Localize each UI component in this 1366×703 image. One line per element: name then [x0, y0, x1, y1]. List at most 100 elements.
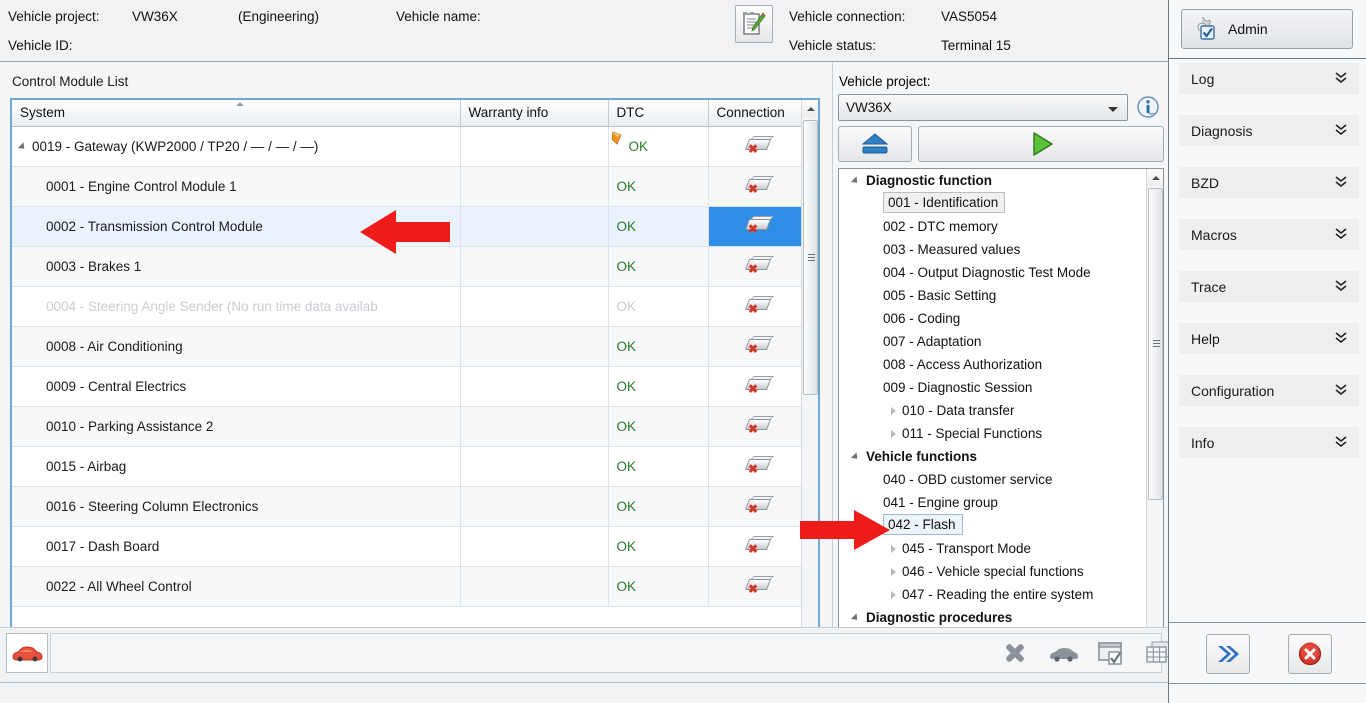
expand-triangle-icon[interactable]	[891, 407, 896, 415]
expand-collapse-triangle-icon[interactable]	[18, 142, 27, 151]
run-play-button[interactable]	[918, 126, 1164, 162]
tree-leaf-node[interactable]: 004 - Output Diagnostic Test Mode	[839, 261, 1147, 284]
cell-connection[interactable]: ✖	[708, 166, 802, 206]
tree-node-selected[interactable]: 042 - Flash	[883, 514, 963, 535]
tree-node[interactable]: 008 - Access Authorization	[839, 353, 1147, 376]
tree-leaf-node[interactable]: 002 - DTC memory	[839, 215, 1147, 238]
info-button[interactable]	[1136, 95, 1162, 121]
tree-group-node[interactable]: Diagnostic procedures	[839, 606, 1147, 629]
tree-node[interactable]: 010 - Data transfer	[839, 399, 1147, 422]
cell-system[interactable]: 0016 - Steering Column Electronics	[12, 486, 460, 526]
next-button[interactable]	[1206, 634, 1250, 674]
expand-collapse-triangle-icon[interactable]	[851, 177, 860, 186]
tree-node[interactable]: 005 - Basic Setting	[839, 284, 1147, 307]
tree-node[interactable]: 011 - Special Functions	[839, 422, 1147, 445]
sidebar-item-info[interactable]: Info	[1179, 427, 1359, 458]
cell-connection[interactable]: ✖	[708, 246, 802, 286]
table-row[interactable]: 0009 - Central ElectricsOK✖	[12, 366, 802, 406]
tree-leaf-node[interactable]: 006 - Coding	[839, 307, 1147, 330]
vehicle-button[interactable]	[6, 633, 48, 673]
notepad-edit-button[interactable]	[735, 5, 773, 43]
tree-leaf-node[interactable]: 003 - Measured values	[839, 238, 1147, 261]
sidebar-item-help[interactable]: Help	[1179, 323, 1359, 354]
tree-node[interactable]: 047 - Reading the entire system	[839, 583, 1147, 606]
column-header-dtc[interactable]: DTC	[608, 100, 708, 126]
table-row[interactable]: 0015 - AirbagOK✖	[12, 446, 802, 486]
cell-connection[interactable]: ✖	[708, 366, 802, 406]
cell-connection[interactable]: ✖	[708, 566, 802, 606]
cell-connection[interactable]: ✖	[708, 486, 802, 526]
column-header-connection[interactable]: Connection	[708, 100, 802, 126]
tree-collapsible-node[interactable]: 011 - Special Functions	[839, 422, 1147, 445]
sidebar-item-bzd[interactable]: BZD	[1179, 167, 1359, 198]
table-vertical-scrollbar[interactable]	[801, 100, 818, 661]
cell-connection[interactable]: ✖	[708, 406, 802, 446]
tree-leaf-node[interactable]: 008 - Access Authorization	[839, 353, 1147, 376]
tree-leaf-node[interactable]: 009 - Diagnostic Session	[839, 376, 1147, 399]
expand-collapse-triangle-icon[interactable]	[851, 614, 860, 623]
tree-node[interactable]: 004 - Output Diagnostic Test Mode	[839, 261, 1147, 284]
tree-collapsible-node[interactable]: 010 - Data transfer	[839, 399, 1147, 422]
cell-system[interactable]: 0010 - Parking Assistance 2	[12, 406, 460, 446]
cell-system[interactable]: 0001 - Engine Control Module 1	[12, 166, 460, 206]
cell-connection[interactable]: ✖	[708, 326, 802, 366]
sidebar-item-configuration[interactable]: Configuration	[1179, 375, 1359, 406]
cell-connection[interactable]: ✖	[708, 286, 802, 326]
sidebar-item-log[interactable]: Log	[1179, 63, 1359, 94]
cell-system[interactable]: 0008 - Air Conditioning	[12, 326, 460, 366]
tree-leaf-node[interactable]: 040 - OBD customer service	[839, 468, 1147, 491]
cell-system[interactable]: 0009 - Central Electrics	[12, 366, 460, 406]
cell-system[interactable]: 0015 - Airbag	[12, 446, 460, 486]
tree-vertical-scrollbar[interactable]	[1146, 169, 1163, 686]
diagnostic-function-tree[interactable]: Diagnostic function001 - Identification0…	[838, 168, 1164, 687]
table-row[interactable]: 0004 - Steering Angle Sender (No run tim…	[12, 286, 802, 326]
tree-node[interactable]: 001 - Identification	[839, 192, 1147, 215]
cell-system[interactable]: 0017 - Dash Board	[12, 526, 460, 566]
column-header-system[interactable]: System	[12, 100, 460, 126]
table-row[interactable]: 0016 - Steering Column ElectronicsOK✖	[12, 486, 802, 526]
cell-connection[interactable]: ✖	[708, 446, 802, 486]
window-check-button[interactable]	[1096, 638, 1126, 668]
expand-triangle-icon[interactable]	[891, 545, 896, 553]
cell-system[interactable]: 0022 - All Wheel Control	[12, 566, 460, 606]
tree-leaf-node[interactable]: 007 - Adaptation	[839, 330, 1147, 353]
tree-node[interactable]: 002 - DTC memory	[839, 215, 1147, 238]
table-scroll-thumb[interactable]	[803, 120, 818, 395]
expand-collapse-triangle-icon[interactable]	[851, 453, 860, 462]
tools-cross-button[interactable]	[1000, 638, 1030, 668]
tree-leaf-node[interactable]: 005 - Basic Setting	[839, 284, 1147, 307]
expand-triangle-icon[interactable]	[891, 591, 896, 599]
tree-scroll-thumb[interactable]	[1148, 188, 1163, 500]
tree-node[interactable]: Diagnostic procedures	[839, 606, 1147, 629]
sidebar-item-trace[interactable]: Trace	[1179, 271, 1359, 302]
tree-node[interactable]: 003 - Measured values	[839, 238, 1147, 261]
table-row[interactable]: 0010 - Parking Assistance 2OK✖	[12, 406, 802, 446]
table-row[interactable]: 0022 - All Wheel ControlOK✖	[12, 566, 802, 606]
table-row[interactable]: 0017 - Dash BoardOK✖	[12, 526, 802, 566]
sidebar-item-diagnosis[interactable]: Diagnosis	[1179, 115, 1359, 146]
tree-scroll-up-arrow-icon[interactable]	[1147, 169, 1164, 186]
cancel-button[interactable]	[1288, 634, 1332, 674]
tree-node-selected[interactable]: 001 - Identification	[883, 192, 1005, 213]
car-outline-button[interactable]	[1048, 638, 1078, 668]
table-row[interactable]: 0019 - Gateway (KWP2000 / TP20 / — / — /…	[12, 126, 802, 166]
tree-node[interactable]: 006 - Coding	[839, 307, 1147, 330]
cell-system[interactable]: 0019 - Gateway (KWP2000 / TP20 / — / — /…	[12, 126, 460, 166]
cell-connection[interactable]: ✖	[708, 526, 802, 566]
expand-triangle-icon[interactable]	[891, 568, 896, 576]
tree-group-node[interactable]: Diagnostic function	[839, 169, 1147, 192]
eject-button[interactable]	[838, 126, 912, 162]
tree-node[interactable]: 007 - Adaptation	[839, 330, 1147, 353]
expand-triangle-icon[interactable]	[891, 430, 896, 438]
tree-node[interactable]: Vehicle functions	[839, 445, 1147, 468]
cell-connection[interactable]: ✖	[708, 126, 802, 166]
admin-button[interactable]: Admin	[1181, 9, 1353, 49]
cell-connection[interactable]: ✖	[708, 206, 802, 246]
tree-node[interactable]: 046 - Vehicle special functions	[839, 560, 1147, 583]
tree-node[interactable]: 009 - Diagnostic Session	[839, 376, 1147, 399]
vehicle-project-select[interactable]: VW36X	[838, 94, 1128, 121]
tree-group-node[interactable]: Vehicle functions	[839, 445, 1147, 468]
table-row[interactable]: 0001 - Engine Control Module 1OK✖	[12, 166, 802, 206]
tree-collapsible-node[interactable]: 047 - Reading the entire system	[839, 583, 1147, 606]
cell-system[interactable]: 0004 - Steering Angle Sender (No run tim…	[12, 286, 460, 326]
